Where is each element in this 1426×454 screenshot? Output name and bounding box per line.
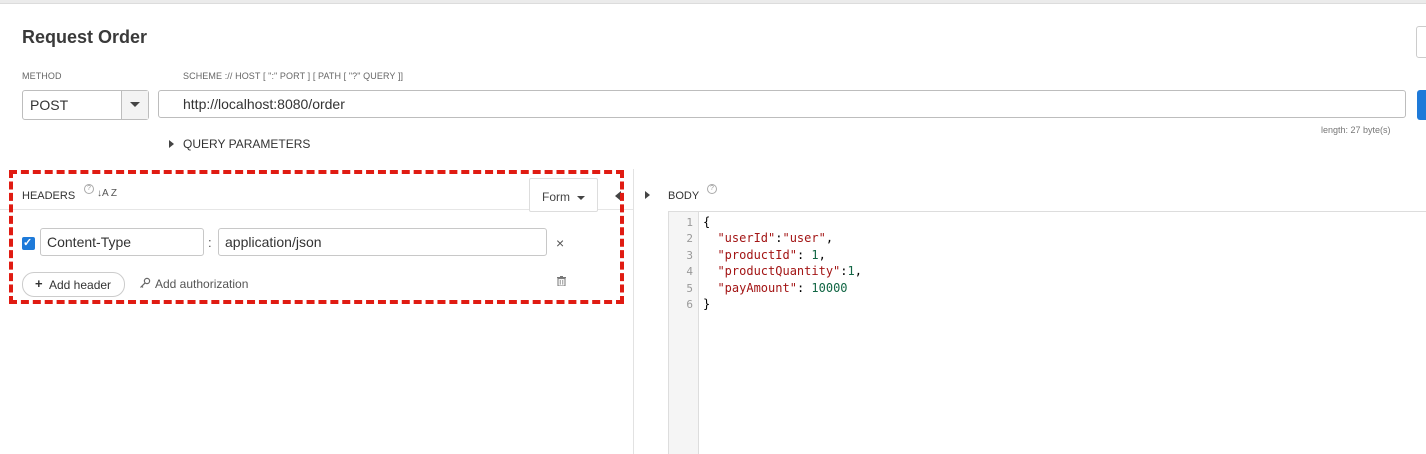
expand-arrow-icon[interactable] <box>645 191 650 199</box>
code-line: "productId": 1, <box>703 247 826 262</box>
code-line: "payAmount": 10000 <box>703 280 848 295</box>
method-select[interactable]: POST <box>22 90 149 120</box>
json-punctuation <box>703 264 717 278</box>
method-value: POST <box>30 97 69 113</box>
headers-section: HEADERS ? ↓A Z Form ✓ : × + Add header A… <box>0 169 634 454</box>
url-length: length: 27 byte(s) <box>1321 125 1391 135</box>
method-label: METHOD <box>22 71 62 81</box>
expand-arrow-icon[interactable] <box>169 140 174 148</box>
url-input[interactable] <box>158 90 1406 118</box>
json-punctuation: , <box>825 231 834 246</box>
json-key: "payAmount" <box>717 280 797 295</box>
line-number: 2 <box>686 232 693 246</box>
send-button[interactable] <box>1417 90 1426 120</box>
code-line: "productQuantity":1, <box>703 264 862 278</box>
json-punctuation: : <box>796 247 812 262</box>
line-number: 5 <box>686 281 693 295</box>
json-punctuation <box>703 281 717 295</box>
json-punctuation: , <box>854 264 862 279</box>
json-punctuation <box>703 248 717 262</box>
code-line: "userId":"user", <box>703 231 833 245</box>
request-panel: Request Order METHOD SCHEME :// HOST [ "… <box>0 3 1426 454</box>
line-number: 6 <box>686 298 693 311</box>
query-parameters-toggle[interactable]: QUERY PARAMETERS <box>183 137 310 151</box>
json-punctuation: : <box>796 280 812 295</box>
caret-down-icon <box>130 102 140 107</box>
method-dropdown-toggle[interactable] <box>121 91 148 119</box>
json-punctuation <box>703 231 717 245</box>
line-number: 3 <box>686 248 693 262</box>
json-number: 1 <box>811 247 819 262</box>
line-number-gutter: 1 2 3 4 5 6 <box>669 212 699 454</box>
page-title: Request Order <box>22 27 148 47</box>
json-punctuation: : <box>840 264 848 279</box>
json-key: "user" <box>782 231 826 246</box>
code-line: { <box>703 215 710 229</box>
headers-highlight-annotation <box>9 170 624 304</box>
json-key: "userId" <box>717 231 776 246</box>
line-number: 4 <box>686 265 693 279</box>
json-punctuation: { <box>703 215 711 229</box>
url-label: SCHEME :// HOST [ ":" PORT ] [ PATH [ "?… <box>183 71 404 81</box>
help-icon[interactable]: ? <box>707 184 717 194</box>
json-punctuation: , <box>818 247 826 262</box>
json-number: 10000 <box>811 280 848 295</box>
code-line: } <box>703 297 710 311</box>
json-number: 1 <box>847 264 855 279</box>
body-editor[interactable]: 123456 { "userId":"user", "productId": 1… <box>668 211 1426 454</box>
line-number: 1 <box>686 216 693 229</box>
json-punctuation: } <box>703 297 711 311</box>
json-key: "productQuantity" <box>717 264 841 279</box>
top-right-button[interactable] <box>1416 26 1426 58</box>
body-title: BODY <box>668 190 700 202</box>
json-key: "productId" <box>717 247 797 262</box>
